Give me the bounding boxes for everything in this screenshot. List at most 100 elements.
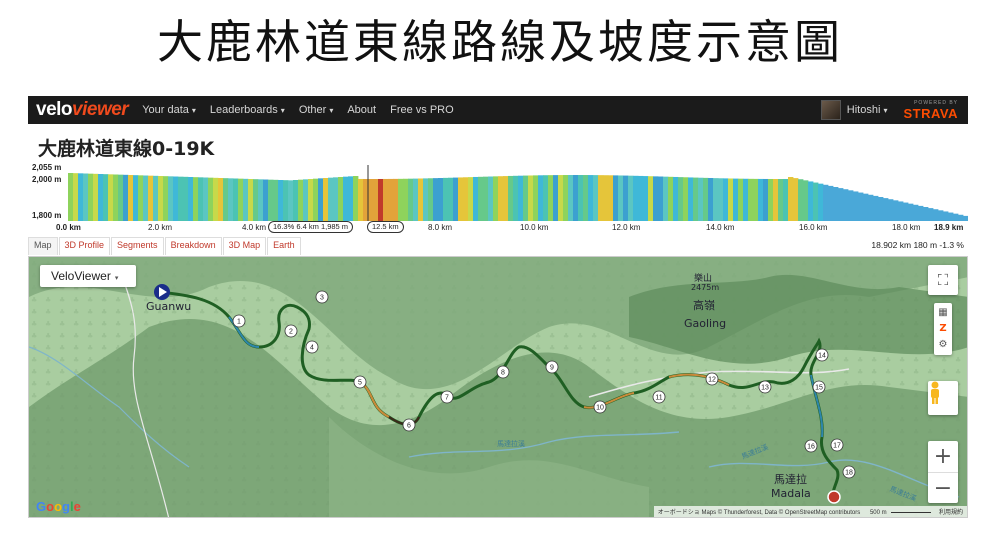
user-menu[interactable]: Hitoshi ▾ bbox=[847, 104, 888, 116]
nav-other[interactable]: Other ▾ bbox=[299, 104, 334, 116]
elevation-bar bbox=[158, 176, 164, 221]
elevation-bar bbox=[808, 181, 814, 221]
elevation-bar bbox=[68, 173, 74, 221]
elevation-bar bbox=[73, 173, 79, 221]
elevation-bar bbox=[168, 176, 174, 221]
x-label-0: 0.0 km bbox=[56, 223, 81, 232]
place-label-cn: 高嶺 bbox=[693, 299, 715, 312]
map-style-select[interactable]: VeloViewer ▾ bbox=[40, 265, 136, 287]
elevation-bar bbox=[578, 175, 584, 221]
elevation-bar bbox=[773, 179, 779, 221]
river-label-a: 馬達拉溪 bbox=[497, 440, 525, 448]
zoom-in-button[interactable]: + bbox=[928, 441, 958, 473]
elevation-bar bbox=[743, 178, 749, 221]
elevation-bar bbox=[798, 179, 804, 221]
elevation-bar bbox=[713, 178, 719, 221]
x-label-18: 18.0 km bbox=[892, 223, 921, 232]
elevation-bar bbox=[603, 175, 609, 221]
elevation-bar bbox=[128, 175, 134, 221]
elevation-bar bbox=[568, 175, 574, 221]
end-label-cn: 馬達拉 bbox=[774, 473, 807, 486]
elevation-bar bbox=[913, 204, 919, 221]
elevation-bar bbox=[868, 194, 874, 221]
nav-your-data[interactable]: Your data ▾ bbox=[142, 104, 196, 116]
veloviewer-logo[interactable]: veloviewer bbox=[36, 99, 129, 121]
elevation-bar bbox=[383, 178, 389, 221]
elevation-bar bbox=[688, 177, 694, 221]
tab-map[interactable]: Map bbox=[28, 237, 58, 255]
x-label-12: 12.0 km bbox=[612, 223, 641, 232]
elevation-bar bbox=[298, 179, 304, 221]
km-marker-label: 8 bbox=[501, 370, 505, 377]
tab-3d-map[interactable]: 3D Map bbox=[222, 237, 267, 255]
route-map[interactable]: ♣ 123456789101112131415161718 VeloViewer… bbox=[28, 256, 968, 518]
elevation-bar bbox=[268, 179, 274, 221]
elevation-bar bbox=[243, 178, 249, 221]
zoom-control: + − bbox=[928, 441, 958, 503]
elevation-bar bbox=[623, 175, 629, 221]
elevation-bar bbox=[483, 176, 489, 221]
gear-icon[interactable]: ⚙ bbox=[939, 337, 948, 353]
elevation-bar bbox=[433, 178, 439, 221]
elevation-bar bbox=[178, 176, 184, 221]
elevation-bar bbox=[408, 178, 414, 221]
elevation-bar bbox=[963, 215, 968, 221]
zoom-out-button[interactable]: − bbox=[928, 473, 958, 504]
end-label-en: Madala bbox=[771, 487, 811, 500]
elevation-bar bbox=[493, 176, 499, 221]
y-label-bottom: 1,800 m bbox=[32, 211, 62, 220]
elevation-chart[interactable] bbox=[68, 165, 968, 221]
y-label-mid: 2,000 m bbox=[32, 175, 62, 184]
tab-earth[interactable]: Earth bbox=[267, 237, 301, 255]
terms-link[interactable]: 利用規約 bbox=[939, 510, 963, 516]
elevation-bar bbox=[283, 180, 289, 221]
tab-breakdown[interactable]: Breakdown bbox=[164, 237, 222, 255]
map-terrain: ♣ 123456789101112131415161718 bbox=[29, 257, 967, 517]
elevation-bar bbox=[373, 179, 379, 221]
km-marker-label: 4 bbox=[310, 345, 314, 352]
strava-z-icon[interactable]: Z bbox=[939, 321, 946, 337]
elevation-bar bbox=[838, 188, 844, 221]
elevation-bar bbox=[153, 175, 159, 221]
elevation-bar bbox=[908, 203, 914, 221]
elevation-bar bbox=[738, 178, 744, 221]
elevation-bar bbox=[248, 179, 254, 221]
elevation-bar bbox=[313, 178, 319, 221]
elevation-bar bbox=[888, 199, 894, 221]
elevation-bar bbox=[633, 175, 639, 221]
nav-leaderboards[interactable]: Leaderboards ▾ bbox=[210, 104, 285, 116]
view-tabs: Map 3D Profile Segments Breakdown 3D Map… bbox=[28, 237, 302, 255]
x-label-14: 14.0 km bbox=[706, 223, 735, 232]
elevation-bar bbox=[343, 176, 349, 221]
fullscreen-icon[interactable]: ⛶ bbox=[928, 265, 958, 295]
finish-marker[interactable] bbox=[827, 490, 841, 504]
elevation-bar bbox=[83, 173, 89, 221]
elevation-bar bbox=[428, 178, 434, 221]
elevation-bar bbox=[508, 175, 514, 221]
elevation-bar bbox=[193, 177, 199, 221]
elevation-bar bbox=[853, 191, 859, 221]
avatar[interactable] bbox=[820, 100, 841, 120]
km-marker-label: 17 bbox=[833, 443, 841, 450]
km-marker-label: 5 bbox=[358, 380, 362, 387]
elevation-bar bbox=[278, 180, 284, 221]
elevation-bar bbox=[898, 201, 904, 221]
tab-3d-profile[interactable]: 3D Profile bbox=[58, 237, 111, 255]
y-label-top: 2,055 m bbox=[32, 163, 62, 172]
nav-free-vs-pro[interactable]: Free vs PRO bbox=[390, 104, 454, 116]
elevation-bar bbox=[748, 178, 754, 221]
google-logo: Google bbox=[36, 499, 81, 514]
elevation-bar bbox=[643, 176, 649, 221]
nav-about[interactable]: About bbox=[347, 104, 376, 116]
pegman-icon[interactable] bbox=[928, 381, 958, 415]
elevation-bar bbox=[398, 178, 404, 221]
km-marker-label: 14 bbox=[818, 353, 826, 360]
x-label-4: 4.0 km bbox=[242, 223, 267, 232]
tab-segments[interactable]: Segments bbox=[111, 237, 164, 255]
elevation-bar bbox=[858, 192, 864, 221]
elevation-bar bbox=[88, 173, 94, 221]
grid-icon[interactable]: ▦ bbox=[938, 305, 947, 321]
elevation-bar bbox=[698, 177, 704, 221]
elevation-bar bbox=[933, 209, 939, 221]
elevation-bar bbox=[353, 176, 359, 221]
